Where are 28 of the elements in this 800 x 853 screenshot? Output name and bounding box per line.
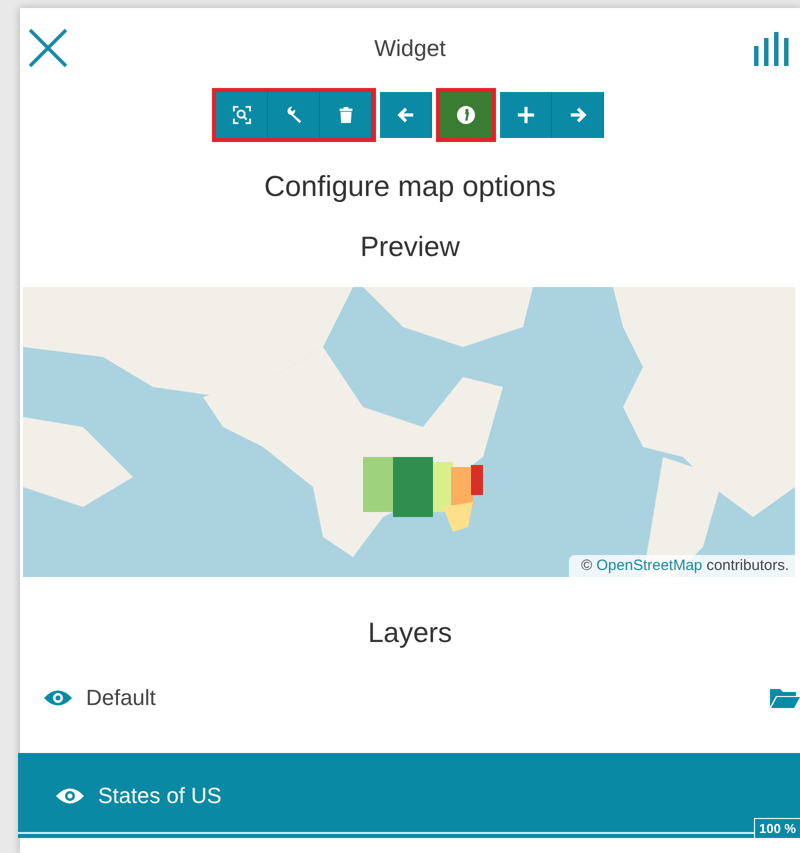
zoom-button[interactable] [216, 92, 268, 138]
trash-button[interactable] [320, 92, 372, 138]
section-heading: Layers [368, 617, 452, 649]
info-icon [457, 106, 475, 124]
layer-name: States of US [98, 782, 222, 808]
section-heading: Configure map options [264, 171, 556, 204]
zoom-icon [232, 106, 250, 124]
openstreetmap-link[interactable]: OpenStreetMap [596, 557, 702, 574]
attribution-text: © OpenStreetMap contributors. [581, 557, 789, 574]
eye-icon[interactable] [44, 689, 72, 707]
wrench-icon [284, 106, 302, 124]
opacity-badge: 100 % [754, 818, 800, 838]
trash-icon [338, 106, 354, 124]
layer-name: Default [86, 685, 156, 711]
add-button[interactable] [500, 92, 552, 138]
forward-button[interactable] [552, 92, 604, 138]
plus-icon [516, 106, 534, 124]
layer-item[interactable]: Default [20, 657, 800, 739]
folder-icon[interactable] [770, 687, 800, 709]
section-heading: Preview [360, 231, 460, 263]
right-arrow-icon [568, 106, 586, 124]
window-title: Widget [374, 34, 446, 62]
wrench-button[interactable] [268, 92, 320, 138]
layer-item[interactable]: States of US 100 % [18, 753, 800, 838]
eye-icon[interactable] [56, 786, 84, 804]
close-icon[interactable] [28, 28, 68, 68]
back-button[interactable] [380, 92, 432, 138]
left-arrow-icon [396, 106, 414, 124]
